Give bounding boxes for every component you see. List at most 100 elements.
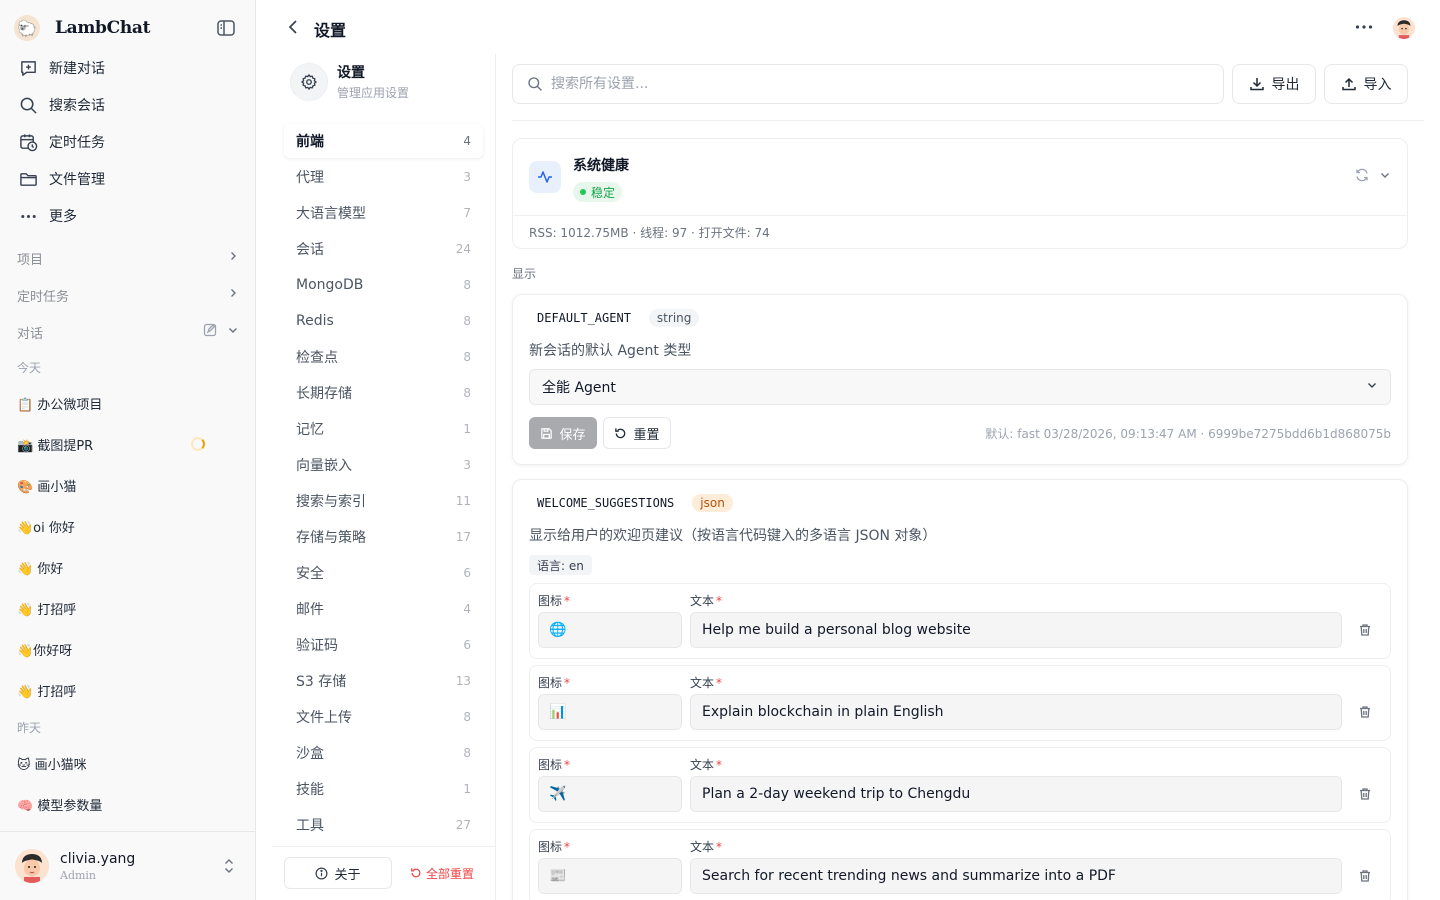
category-long-term-storage[interactable]: 长期存储 8 [284,376,483,410]
about-button[interactable]: 关于 [284,857,392,889]
chat-item[interactable]: 📋 办公微项目 [17,392,239,414]
category-label: S3 存储 [296,674,347,690]
suggestion-icon-input[interactable]: 📰 [538,858,682,894]
chat-title: 🐱 画小猫咪 [17,757,87,773]
reset-button[interactable]: 重置 [603,417,671,449]
category-count: 8 [463,314,471,328]
more-options-button[interactable] [1352,17,1376,37]
trash-icon[interactable] [1356,867,1374,885]
category-agent[interactable]: 代理 3 [284,160,483,194]
trash-icon[interactable] [1356,785,1374,803]
category-count: 1 [463,782,471,796]
category-tools[interactable]: 工具 27 [284,808,483,842]
type-tag: string [648,309,700,327]
nav-scheduled-tasks[interactable]: 定时任务 [12,126,244,158]
search-input[interactable] [551,76,1191,92]
export-label: 导出 [1271,77,1300,93]
edit-icon[interactable] [203,323,217,341]
nav-new-chat[interactable]: 新建对话 [12,52,244,84]
icon-field-label: 图标 * [538,594,571,608]
nav-search-chats[interactable]: 搜索会话 [12,89,244,121]
import-button[interactable]: 导入 [1324,64,1408,104]
category-captcha[interactable]: 验证码 6 [284,628,483,662]
trash-icon[interactable] [1356,703,1374,721]
category-checkpoint[interactable]: 检查点 8 [284,340,483,374]
day-label-today: 今天 [17,361,42,375]
category-search-index[interactable]: 搜索与索引 11 [284,484,483,518]
settings-search[interactable] [512,64,1224,104]
chat-title: 👋 打招呼 [17,684,77,700]
section-label: 定时任务 [17,289,70,305]
category-session[interactable]: 会话 24 [284,232,483,266]
section-scheduled[interactable]: 定时任务 [17,285,239,305]
text-field-label: 文本 * [690,840,723,854]
folder-icon [18,169,38,189]
suggestion-row: 图标 * 文本 * 📊 Explain blockchain in plain En… [529,665,1391,741]
reset-all-button[interactable]: 全部重置 [406,857,478,889]
chevron-right-icon [227,250,239,266]
category-memory[interactable]: 记忆 1 [284,412,483,446]
save-button[interactable]: 保存 [529,417,597,449]
refresh-icon[interactable] [1355,168,1369,186]
section-projects[interactable]: 项目 [17,248,239,268]
chat-item[interactable]: 📸 截图提PR [17,433,239,455]
chat-item[interactable]: 👋 你好 [17,556,239,578]
category-skills[interactable]: 技能 1 [284,772,483,806]
category-email[interactable]: 邮件 4 [284,592,483,626]
category-embedding[interactable]: 向量嵌入 3 [284,448,483,482]
category-label: 向量嵌入 [296,458,352,474]
nav-file-manager[interactable]: 文件管理 [12,163,244,195]
category-sandbox[interactable]: 沙盒 8 [284,736,483,770]
chat-item[interactable]: 🎨 画小猫 [17,474,239,496]
chat-title: 👋你好呀 [17,643,73,659]
select-value: 全能 Agent [542,380,616,396]
calendar-clock-icon [18,132,38,152]
category-llm[interactable]: 大语言模型 7 [284,196,483,230]
trash-icon[interactable] [1356,621,1374,639]
text-field-label: 文本 * [690,676,723,690]
category-storage-policy[interactable]: 存储与策略 17 [284,520,483,554]
search-icon [18,95,38,115]
category-s3-storage[interactable]: S3 存储 13 [284,664,483,698]
language-tag: 语言: en [529,555,592,575]
top-header: 设置 [256,0,1440,54]
suggestion-icon-input[interactable]: ✈️ [538,776,682,812]
sidebar-toggle-icon[interactable] [216,18,236,38]
chat-title: 📸 截图提PR [17,438,94,454]
chevron-down-icon[interactable] [227,324,239,340]
chat-item[interactable]: 🧠 模型参数量 [17,793,239,815]
avatar[interactable] [1393,17,1415,39]
user-menu[interactable]: clivia.yang Admin [0,831,255,900]
nav-more[interactable]: 更多 [12,200,244,232]
suggestion-text-input[interactable]: Search for recent trending news and summ… [690,858,1342,894]
suggestion-text-input[interactable]: Plan a 2-day weekend trip to Chengdu [690,776,1342,812]
section-label-display: 显示 [512,267,537,281]
reset-label: 重置 [633,427,660,443]
export-button[interactable]: 导出 [1232,64,1316,104]
chevron-down-icon [1366,379,1378,395]
suggestion-text-input[interactable]: Help me build a personal blog website [690,612,1342,648]
nav-label: 定时任务 [49,135,105,151]
chat-item[interactable]: 👋你好呀 [17,638,239,660]
chat-item[interactable]: 👋 打招呼 [17,679,239,701]
category-security[interactable]: 安全 6 [284,556,483,590]
agent-select[interactable]: 全能 Agent [529,369,1391,405]
chat-item[interactable]: 👋 打招呼 [17,597,239,619]
category-file-upload[interactable]: 文件上传 8 [284,700,483,734]
chevron-down-icon[interactable] [1379,169,1391,185]
section-chats[interactable]: 对话 [17,322,239,342]
category-label: 代理 [296,170,324,186]
category-label: 会话 [296,242,324,258]
suggestion-icon-input[interactable]: 📊 [538,694,682,730]
suggestion-icon-input[interactable]: 🌐 [538,612,682,648]
category-frontend[interactable]: 前端 4 [284,124,483,158]
suggestion-text-input[interactable]: Explain blockchain in plain English [690,694,1342,730]
category-redis[interactable]: Redis 8 [284,304,483,338]
settings-main: 导出 导入 系统健康 稳定 RSS: 1012.75MB · 线程: 97 · … [496,54,1440,900]
setting-description: 新会话的默认 Agent 类型 [529,343,692,359]
brand[interactable]: 🐑 LambChat [14,12,151,44]
category-mongodb[interactable]: MongoDB 8 [284,268,483,302]
chat-item[interactable]: 🐱 画小猫咪 [17,752,239,774]
chat-item[interactable]: 👋oi 你好 [17,515,239,537]
back-button[interactable] [284,17,302,37]
